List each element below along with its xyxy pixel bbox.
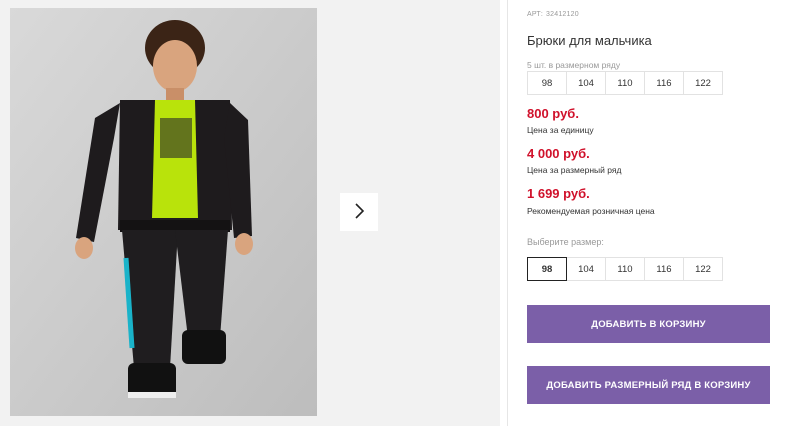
pack-size-cell: 104 (566, 71, 606, 95)
add-size-set-button[interactable]: Добавить размерный ряд в корзину (527, 366, 770, 404)
unit-price: 800 руб. (527, 106, 579, 121)
unit-price-label: Цена за единицу (527, 125, 594, 135)
article-number: 32412120 (546, 11, 579, 18)
set-price-label: Цена за размерный ряд (527, 165, 622, 175)
pack-size-cell: 110 (605, 71, 645, 95)
chevron-right-icon (352, 202, 366, 222)
size-option-110[interactable]: 110 (605, 257, 645, 281)
product-photo (10, 8, 317, 416)
pack-size-cell: 122 (683, 71, 723, 95)
product-title: Брюки для мальчика (527, 33, 652, 48)
add-to-cart-button[interactable]: Добавить в корзину (527, 305, 770, 343)
size-picker: 98 104 110 116 122 (527, 257, 723, 281)
pack-size-row: 98 104 110 116 122 (527, 71, 723, 95)
product-photo-image (10, 8, 317, 416)
gallery-next-button[interactable] (340, 193, 378, 231)
size-option-104[interactable]: 104 (566, 257, 606, 281)
pack-size-cell: 98 (527, 71, 567, 95)
article-label: Арт: (527, 11, 544, 18)
retail-price: 1 699 руб. (527, 186, 590, 201)
size-option-122[interactable]: 122 (683, 257, 723, 281)
size-option-98[interactable]: 98 (527, 257, 567, 281)
product-gallery (0, 0, 500, 426)
article-line: Арт: 32412120 (527, 11, 579, 18)
pack-size-cell: 116 (644, 71, 684, 95)
retail-price-label: Рекомендуемая розничная цена (527, 206, 655, 216)
size-option-116[interactable]: 116 (644, 257, 684, 281)
pack-note: 5 шт. в размерном ряду (527, 60, 621, 70)
panel-divider (507, 0, 508, 426)
set-price: 4 000 руб. (527, 146, 590, 161)
size-picker-label: Выберите размер: (527, 237, 604, 247)
